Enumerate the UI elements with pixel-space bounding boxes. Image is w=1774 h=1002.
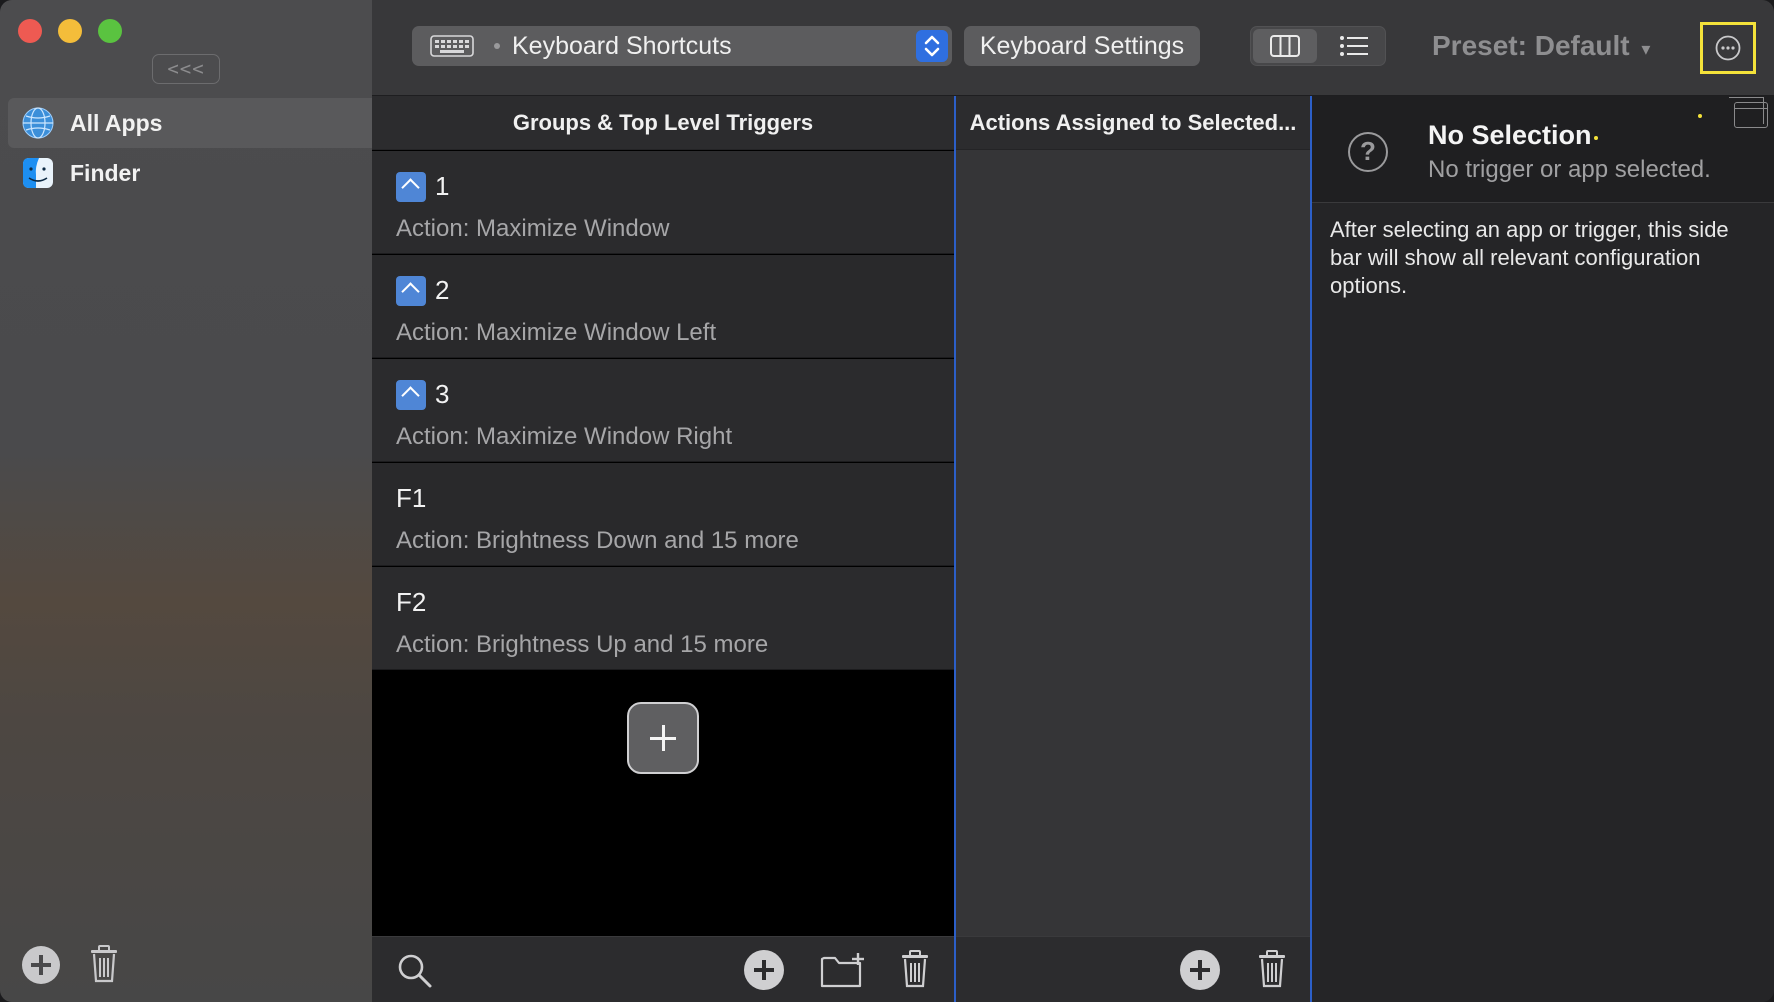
triggers-column-header: Groups & Top Level Triggers (372, 96, 954, 150)
inspector-panel: ? No Selection No trigger or app selecte… (1312, 96, 1774, 1002)
globe-icon (22, 107, 54, 139)
control-key-icon (396, 379, 426, 410)
detach-window-icon[interactable] (1729, 97, 1768, 128)
control-key-icon (396, 171, 426, 202)
toolbar: Keyboard Shortcuts Keyboard Settings Pre… (372, 0, 1774, 96)
more-options-button[interactable] (1700, 22, 1756, 74)
ellipsis-circle-icon (1715, 35, 1741, 61)
trigger-key: 2 (435, 275, 450, 305)
list-view-button[interactable] (1321, 29, 1385, 63)
new-folder-icon[interactable] (820, 951, 866, 989)
finder-icon (23, 158, 53, 188)
add-action-button[interactable] (1180, 950, 1220, 990)
trigger-action: Action: Maximize Window Left (396, 319, 717, 346)
inspector-help-text: After selecting an app or trigger, this … (1330, 217, 1729, 298)
view-mode-segmented-control (1250, 26, 1386, 66)
trigger-title: 1 (396, 171, 449, 202)
trigger-action: Action: Brightness Up and 15 more (396, 631, 769, 658)
keyboard-settings-button[interactable]: Keyboard Settings (964, 26, 1200, 66)
trigger-row[interactable]: 1 Action: Maximize Window (372, 151, 954, 254)
mode-separator-dot (494, 43, 500, 49)
trigger-row[interactable]: F2 Action: Brightness Up and 15 more (372, 567, 954, 670)
sidebar-item-all-apps[interactable]: All Apps (8, 98, 372, 148)
triggers-bottom-bar (372, 936, 954, 1002)
sidebar-item-label: Finder (70, 159, 141, 186)
columns-icon (1270, 35, 1300, 57)
trigger-action: Action: Maximize Window (396, 215, 670, 242)
trigger-action: Action: Brightness Down and 15 more (396, 527, 799, 554)
trigger-title: 3 (396, 379, 449, 410)
add-trigger-button[interactable] (627, 702, 699, 774)
trigger-key: F2 (396, 587, 427, 617)
highlight-dot (1594, 136, 1598, 140)
trigger-row[interactable]: 3 Action: Maximize Window Right (372, 359, 954, 462)
trash-icon[interactable] (899, 949, 931, 989)
preset-label: Preset: Default (1432, 30, 1630, 61)
actions-column: Actions Assigned to Selected... (954, 96, 1312, 1002)
sidebar-item-finder[interactable]: Finder (8, 148, 372, 198)
collapse-sidebar-button[interactable]: <<< (152, 54, 220, 84)
sidebar-item-label: All Apps (70, 109, 163, 136)
trigger-type-select[interactable]: Keyboard Shortcuts (412, 26, 952, 66)
trigger-row[interactable]: F1 Action: Brightness Down and 15 more (372, 463, 954, 566)
inspector-subtitle: No trigger or app selected. (1428, 156, 1711, 183)
trash-icon[interactable] (1256, 949, 1288, 989)
chevron-up-down-icon[interactable] (916, 30, 948, 62)
columns-view-button[interactable] (1253, 29, 1317, 63)
control-key-icon (396, 275, 426, 306)
trigger-type-label: Keyboard Shortcuts (512, 31, 732, 60)
minimize-window-button[interactable] (58, 19, 82, 43)
apps-sidebar: <<< All Apps Finder (0, 0, 372, 1002)
triggers-column: Groups & Top Level Triggers 1 Action: Ma… (372, 96, 954, 1002)
keyboard-icon (430, 35, 474, 57)
trigger-title: F2 (396, 587, 426, 618)
app-window: <<< All Apps Finder Keyboard Shortcuts K… (0, 0, 1774, 1002)
trigger-action: Action: Maximize Window Right (396, 423, 733, 450)
add-trigger-small-button[interactable] (744, 950, 784, 990)
trigger-row[interactable]: 2 Action: Maximize Window Left (372, 255, 954, 358)
chevron-down-icon: ▾ (1641, 39, 1651, 59)
actions-bottom-bar (956, 936, 1310, 1002)
delete-app-trash-icon[interactable] (88, 944, 120, 984)
question-icon: ? (1348, 132, 1388, 172)
inspector-title: No Selection (1428, 120, 1592, 150)
inspector-header: ? No Selection No trigger or app selecte… (1312, 96, 1774, 203)
trigger-title: 2 (396, 275, 449, 306)
highlight-dot (1698, 114, 1702, 118)
search-icon[interactable] (397, 953, 433, 989)
close-window-button[interactable] (18, 19, 42, 43)
trigger-title: F1 (396, 483, 426, 514)
trigger-key: F1 (396, 483, 427, 513)
list-icon (1340, 36, 1368, 56)
zoom-window-button[interactable] (98, 19, 122, 43)
add-app-button[interactable] (22, 946, 60, 984)
preset-selector[interactable]: Preset: Default ▾ (1432, 30, 1650, 62)
trigger-key: 3 (435, 379, 450, 409)
trigger-key: 1 (435, 171, 450, 201)
actions-column-header: Actions Assigned to Selected... (956, 96, 1310, 150)
